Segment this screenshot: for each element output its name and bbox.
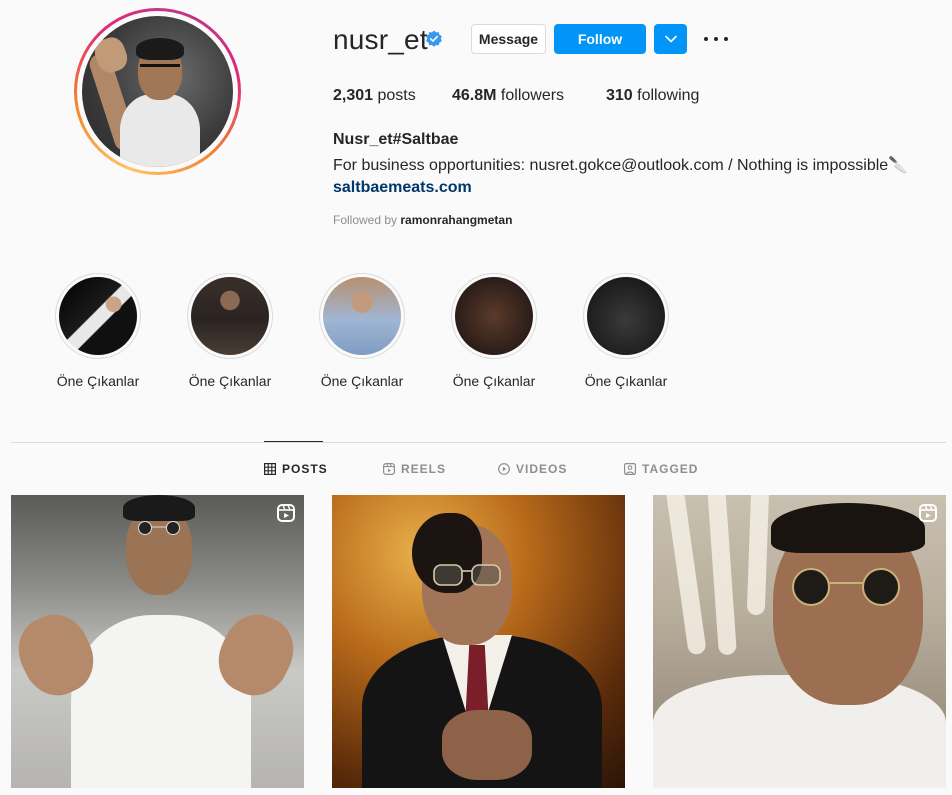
highlight-label: Öne Çıkanlar (188, 373, 272, 389)
more-options-icon[interactable] (704, 30, 728, 48)
highlight-label: Öne Çıkanlar (584, 373, 668, 389)
profile-avatar[interactable] (74, 8, 241, 175)
profile-full-name: Nusr_et#Saltbae (333, 131, 459, 148)
story-highlight[interactable]: Öne Çıkanlar (187, 273, 273, 389)
following-count-link[interactable]: 310 following (606, 87, 699, 105)
post-thumbnail[interactable] (332, 495, 625, 788)
suggested-accounts-dropdown-button[interactable] (654, 24, 687, 54)
tabs-divider (11, 442, 946, 443)
follow-button[interactable]: Follow (554, 24, 646, 54)
story-highlight[interactable]: Öne Çıkanlar (451, 273, 537, 389)
tab-reels[interactable]: REELS (383, 462, 446, 476)
highlight-cover-image (191, 277, 269, 355)
tab-posts[interactable]: POSTS (264, 462, 328, 476)
post-thumbnail[interactable] (11, 495, 304, 788)
play-icon (498, 463, 510, 475)
followers-count-link[interactable]: 46.8M followers (452, 87, 564, 105)
reels-icon (919, 504, 937, 522)
highlight-label: Öne Çıkanlar (452, 373, 536, 389)
highlight-label: Öne Çıkanlar (320, 373, 404, 389)
story-highlight[interactable]: Öne Çıkanlar (319, 273, 405, 389)
followed-by: Followed by ramonrahangmetan (333, 213, 513, 227)
reels-icon (383, 463, 395, 475)
avatar-image (82, 16, 233, 167)
tab-videos[interactable]: VIDEOS (498, 462, 567, 476)
tag-icon (624, 463, 636, 475)
post-thumbnail[interactable] (653, 495, 946, 788)
reels-icon (277, 504, 295, 522)
sunglasses-icon (433, 564, 501, 586)
active-tab-indicator (264, 441, 323, 442)
highlight-cover-image (455, 277, 533, 355)
story-highlight[interactable]: Öne Çıkanlar (55, 273, 141, 389)
highlight-label: Öne Çıkanlar (56, 373, 140, 389)
tab-tagged[interactable]: TAGGED (624, 462, 698, 476)
message-button[interactable]: Message (471, 24, 546, 54)
followed-by-user-link[interactable]: ramonrahangmetan (400, 213, 512, 227)
sunglasses-icon (138, 521, 180, 535)
highlight-cover-image (323, 277, 401, 355)
posts-count: 2,301 posts (333, 87, 416, 104)
profile-bio: For business opportunities: nusret.gokce… (333, 157, 909, 174)
highlight-cover-image (587, 277, 665, 355)
profile-website-link[interactable]: saltbaemeats.com (333, 179, 472, 197)
story-highlight[interactable]: Öne Çıkanlar (583, 273, 669, 389)
profile-username: nusr_et (333, 24, 428, 55)
verified-badge-icon (426, 30, 442, 47)
sunglasses-icon (792, 568, 900, 606)
highlight-cover-image (59, 277, 137, 355)
profile-page: nusr_et Message Follow 2,301 posts 46.8M… (0, 0, 952, 795)
grid-icon (264, 463, 276, 475)
chevron-down-icon (664, 35, 677, 43)
